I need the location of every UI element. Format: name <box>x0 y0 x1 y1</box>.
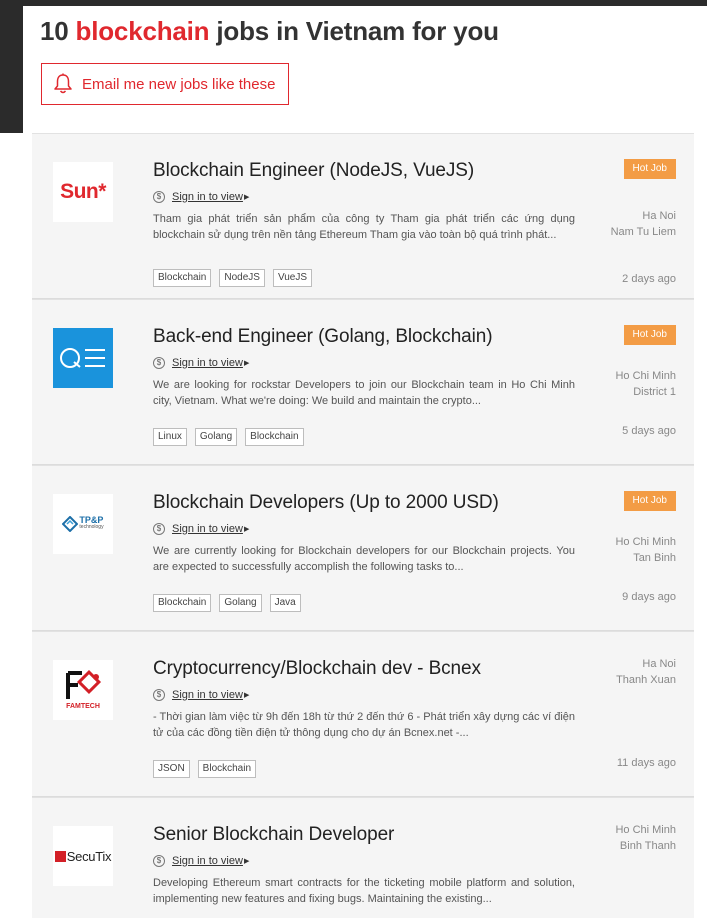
logo-symbol <box>66 669 102 699</box>
skill-tags: Linux Golang Blockchain <box>153 428 304 446</box>
sign-in-to-view-link[interactable]: Sign in to view <box>172 689 243 701</box>
company-logo[interactable]: FAMTECH <box>53 660 113 720</box>
logo-mark: TP&P technology <box>62 515 104 532</box>
job-location: Ho Chi Minh Binh Thanh <box>615 822 676 854</box>
logo-text: FAMTECH <box>66 703 100 710</box>
logo-text: SecuTix <box>66 848 112 864</box>
job-title-link[interactable]: Blockchain Developers (Up to 2000 USD) <box>153 492 499 514</box>
job-card[interactable]: FAMTECH Cryptocurrency/Blockchain dev - … <box>32 631 694 797</box>
job-location: Ho Chi Minh District 1 <box>615 368 676 400</box>
skill-tag[interactable]: Golang <box>219 594 262 612</box>
logo-text: Sun* <box>60 180 106 203</box>
job-description: - Thời gian làm việc từ 9h đến 18h từ th… <box>153 711 575 739</box>
job-location: Ha Noi Nam Tu Liem <box>611 208 676 240</box>
dollar-icon: $ <box>153 689 165 701</box>
job-title-link[interactable]: Senior Blockchain Developer <box>153 824 394 846</box>
hot-job-badge: Hot Job <box>623 325 676 345</box>
skill-tag[interactable]: Linux <box>153 428 187 446</box>
caret-right-icon: ▶ <box>243 858 250 865</box>
job-description: Tham gia phát triển sản phẩm của công ty… <box>153 213 575 241</box>
company-logo[interactable]: TP&P technology <box>53 494 113 554</box>
skill-tag[interactable]: Java <box>269 594 301 612</box>
location-city: Ho Chi Minh <box>615 824 676 836</box>
skill-tag[interactable]: Blockchain <box>153 594 212 612</box>
job-card[interactable]: SecuTix Senior Blockchain Developer $ Si… <box>32 797 694 918</box>
location-district: Tan Binh <box>633 552 676 564</box>
job-results-panel: 10 blockchain jobs in Vietnam for you Em… <box>23 6 707 918</box>
skill-tag[interactable]: Blockchain <box>197 760 257 778</box>
logo-mark <box>60 348 105 368</box>
logo-symbol <box>62 516 79 532</box>
sign-in-to-view-link[interactable]: Sign in to view <box>172 191 243 203</box>
email-alert-label: Email me new jobs like these <box>82 75 276 93</box>
hot-job-badge: Hot Job <box>623 159 676 179</box>
company-logo[interactable] <box>53 328 113 388</box>
job-title-link[interactable]: Blockchain Engineer (NodeJS, VueJS) <box>153 160 474 182</box>
location-city: Ha Noi <box>642 658 676 670</box>
logo-square <box>54 850 66 862</box>
left-background <box>0 0 23 133</box>
posted-date: 2 days ago <box>622 273 676 285</box>
skill-tag[interactable]: Blockchain <box>245 428 304 446</box>
job-card[interactable]: Back-end Engineer (Golang, Blockchain) $… <box>32 299 694 465</box>
skill-tags: Blockchain Golang Java <box>153 594 301 612</box>
location-city: Ho Chi Minh <box>615 370 676 382</box>
posted-date: 5 days ago <box>622 425 676 437</box>
skill-tag[interactable]: Golang <box>194 428 238 446</box>
bell-icon <box>54 73 72 94</box>
job-description: Developing Ethereum smart contracts for … <box>153 877 575 905</box>
job-title-link[interactable]: Back-end Engineer (Golang, Blockchain) <box>153 326 493 348</box>
location-city: Ho Chi Minh <box>615 536 676 548</box>
salary-row: $ Sign in to view ▶ <box>153 855 249 867</box>
logo-subtext: technology <box>79 524 104 530</box>
search-keyword: blockchain <box>75 16 210 46</box>
dollar-icon: $ <box>153 523 165 535</box>
sign-in-to-view-link[interactable]: Sign in to view <box>172 523 243 535</box>
company-logo[interactable]: SecuTix <box>53 826 113 886</box>
logo-mark: SecuTix <box>54 848 112 864</box>
skill-tag[interactable]: Blockchain <box>153 269 212 287</box>
dollar-icon: $ <box>153 855 165 867</box>
job-card[interactable]: TP&P technology Blockchain Developers (U… <box>32 465 694 631</box>
location-district: Binh Thanh <box>619 840 676 852</box>
sign-in-to-view-link[interactable]: Sign in to view <box>172 357 243 369</box>
job-location: Ho Chi Minh Tan Binh <box>615 534 676 566</box>
hot-job-badge: Hot Job <box>623 491 676 511</box>
caret-right-icon: ▶ <box>243 360 250 367</box>
job-description: We are looking for rockstar Developers t… <box>153 379 575 407</box>
job-card[interactable]: Sun* Blockchain Engineer (NodeJS, VueJS)… <box>32 133 694 299</box>
posted-date: 11 days ago <box>616 757 676 769</box>
dollar-icon: $ <box>153 191 165 203</box>
skill-tag[interactable]: NodeJS <box>219 269 265 287</box>
dollar-icon: $ <box>153 357 165 369</box>
location-district: Nam Tu Liem <box>610 226 676 238</box>
skill-tag[interactable]: JSON <box>153 760 190 778</box>
job-description: We are currently looking for Blockchain … <box>153 545 575 573</box>
location-district: Thanh Xuan <box>616 674 676 686</box>
posted-date: 9 days ago <box>622 591 676 603</box>
salary-row: $ Sign in to view ▶ <box>153 689 249 701</box>
caret-right-icon: ▶ <box>243 194 250 201</box>
skill-tags: Blockchain NodeJS VueJS <box>153 269 313 287</box>
caret-right-icon: ▶ <box>243 692 250 699</box>
job-location: Ha Noi Thanh Xuan <box>616 656 676 688</box>
job-title-link[interactable]: Cryptocurrency/Blockchain dev - Bcnex <box>153 658 481 680</box>
salary-row: $ Sign in to view ▶ <box>153 523 249 535</box>
email-alert-button[interactable]: Email me new jobs like these <box>41 63 289 105</box>
sign-in-to-view-link[interactable]: Sign in to view <box>172 855 243 867</box>
job-list: Sun* Blockchain Engineer (NodeJS, VueJS)… <box>32 133 694 918</box>
caret-right-icon: ▶ <box>243 526 250 533</box>
company-logo[interactable]: Sun* <box>53 162 113 222</box>
page-title: 10 blockchain jobs in Vietnam for you <box>40 16 499 46</box>
skill-tag[interactable]: VueJS <box>272 269 313 287</box>
location-city: Ha Noi <box>642 210 676 222</box>
logo-mark: FAMTECH <box>60 669 106 711</box>
salary-row: $ Sign in to view ▶ <box>153 357 249 369</box>
location-district: District 1 <box>633 386 676 398</box>
skill-tags: JSON Blockchain <box>153 760 257 778</box>
logo-text: TP&P <box>79 515 104 525</box>
salary-row: $ Sign in to view ▶ <box>153 191 249 203</box>
